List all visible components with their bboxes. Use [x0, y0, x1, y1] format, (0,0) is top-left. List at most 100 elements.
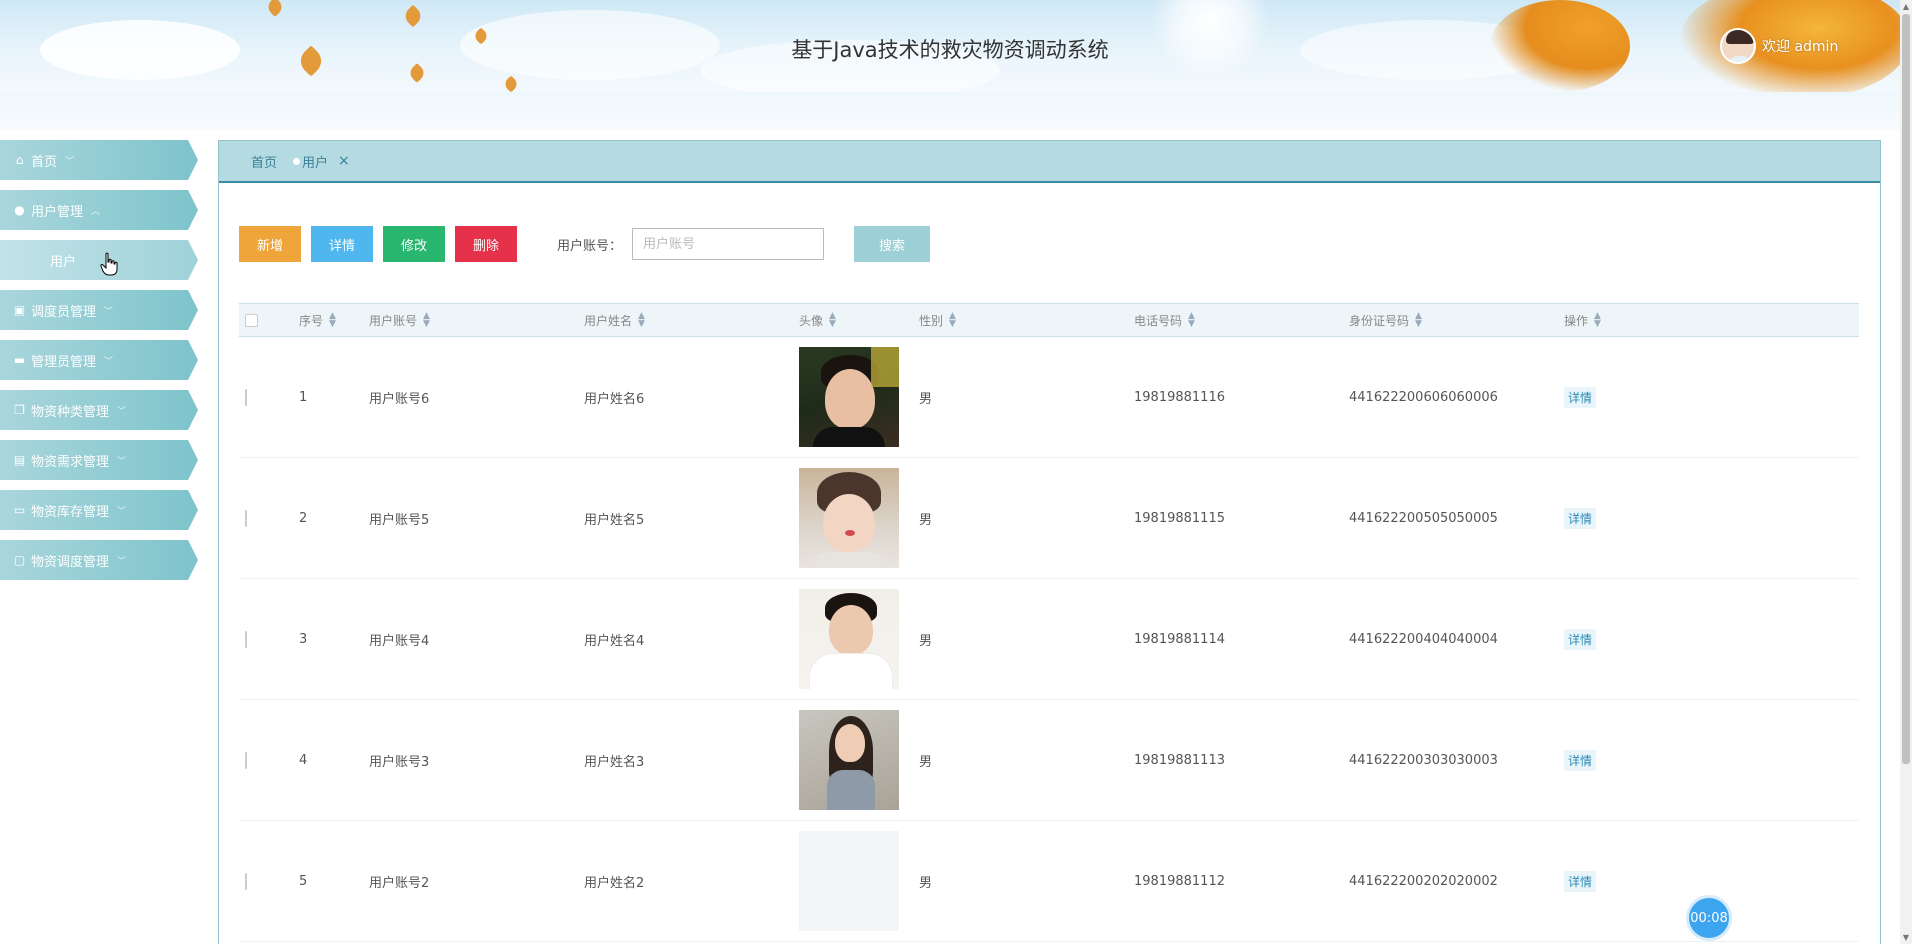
- row-checkbox[interactable]: [245, 630, 247, 648]
- briefcase-icon: ▣: [13, 302, 26, 317]
- column-label: 操作: [1564, 313, 1589, 328]
- search-input[interactable]: [632, 228, 825, 260]
- tab-users[interactable]: 用户 ×: [293, 152, 350, 171]
- table-row[interactable]: 2 用户账号5 用户姓名5 男 19819881115 441622200505…: [239, 458, 1859, 579]
- row-checkbox[interactable]: [245, 872, 247, 890]
- tab-home[interactable]: 首页: [251, 152, 277, 171]
- detail-button[interactable]: 详情: [311, 226, 373, 262]
- leaf-decoration: [265, 0, 285, 17]
- cell-account: 用户账号6: [369, 391, 430, 407]
- cell-id-card: 441622200303030003: [1349, 752, 1498, 768]
- user-avatar-photo[interactable]: [799, 831, 899, 931]
- column-header-phone[interactable]: 电话号码 ▲ ▼: [1134, 312, 1349, 329]
- sidebar-item-label: 管理员管理: [31, 354, 97, 370]
- cell-no: 2: [299, 510, 308, 526]
- tab-label: 用户: [302, 155, 329, 171]
- sidebar-item-material-demand[interactable]: ▤ 物资需求管理 ﹀: [0, 440, 198, 480]
- add-button[interactable]: 新增: [239, 226, 301, 262]
- copy-icon: ❐: [14, 402, 25, 417]
- scroll-down-icon[interactable]: ▼: [1902, 933, 1910, 942]
- sidebar-item-material-category[interactable]: ❐ 物资种类管理 ﹀: [0, 390, 198, 430]
- toolbar: 新增 详情 修改 删除 用户账号： 搜索: [239, 226, 940, 262]
- leaf-decoration: [407, 63, 427, 83]
- cell-account: 用户账号5: [369, 512, 430, 528]
- cell-name: 用户姓名5: [584, 512, 645, 528]
- user-avatar-photo[interactable]: [799, 710, 899, 810]
- table-row[interactable]: 3 用户账号4 用户姓名4 男 19819881114 441622200404…: [239, 579, 1859, 700]
- row-detail-link[interactable]: 详情: [1564, 507, 1597, 529]
- cell-account: 用户账号3: [369, 754, 430, 770]
- row-detail-link[interactable]: 详情: [1564, 628, 1597, 650]
- row-checkbox[interactable]: [245, 509, 247, 527]
- sort-icon: ▲ ▼: [638, 311, 645, 329]
- row-detail-link[interactable]: 详情: [1564, 749, 1597, 771]
- timer-badge[interactable]: 00:08: [1686, 895, 1732, 941]
- scrollbar-thumb[interactable]: [1902, 14, 1910, 764]
- search-label: 用户账号：: [557, 238, 623, 254]
- column-header-gender[interactable]: 性别 ▲ ▼: [919, 312, 1134, 329]
- cell-phone: 19819881114: [1134, 631, 1225, 647]
- page-title: 基于Java技术的救灾物资调动系统: [791, 38, 1109, 62]
- sidebar-item-users[interactable]: 用户: [0, 240, 198, 280]
- cell-name: 用户姓名4: [584, 633, 645, 649]
- main-panel: 首页 用户 × 新增 详情 修改 删除 用户账号： 搜索 序号 ▲▼ 用户账号 ▲▼…: [218, 140, 1881, 944]
- sort-icon: ▲ ▼: [423, 311, 430, 329]
- row-detail-link[interactable]: 详情: [1564, 386, 1597, 408]
- user-menu[interactable]: 欢迎 admin: [1720, 28, 1838, 64]
- sidebar-item-label: 用户管理: [31, 204, 84, 220]
- column-header-action[interactable]: 操作 ▲ ▼: [1564, 312, 1764, 329]
- badge-icon: ▢: [13, 552, 26, 567]
- leaf-decoration: [401, 4, 425, 28]
- column-header-no[interactable]: 序号 ▲ ▼: [299, 312, 369, 329]
- sidebar-item-label: 物资需求管理: [31, 454, 110, 470]
- sidebar-item-user-management[interactable]: ● 用户管理 ︿: [0, 190, 198, 230]
- sort-icon: ▲ ▼: [949, 311, 956, 329]
- column-label: 身份证号码: [1349, 313, 1410, 328]
- sidebar-item-dispatcher-management[interactable]: ▣ 调度员管理 ﹀: [0, 290, 198, 330]
- chevron-down-icon: ﹀: [104, 306, 114, 317]
- row-checkbox[interactable]: [245, 751, 247, 769]
- chevron-down-icon: ﹀: [117, 556, 127, 567]
- sidebar-item-admin-management[interactable]: ▬ 管理员管理 ﹀: [0, 340, 198, 380]
- sidebar-item-material-dispatch[interactable]: ▢ 物资调度管理 ﹀: [0, 540, 198, 580]
- close-icon[interactable]: ×: [338, 153, 350, 169]
- search-button[interactable]: 搜索: [854, 226, 931, 262]
- sidebar-item-label: 物资库存管理: [31, 504, 110, 520]
- edit-button[interactable]: 修改: [383, 226, 445, 262]
- user-icon: ●: [14, 202, 25, 217]
- row-checkbox[interactable]: [245, 388, 247, 406]
- sort-icon: ▲ ▼: [829, 311, 836, 329]
- column-header-name[interactable]: 用户姓名 ▲ ▼: [584, 312, 799, 329]
- column-header-avatar[interactable]: 头像 ▲ ▼: [799, 312, 919, 329]
- header-subbar: [0, 92, 1900, 130]
- cell-no: 4: [299, 752, 308, 768]
- scroll-up-icon[interactable]: ▲: [1902, 2, 1910, 11]
- column-header-id-card[interactable]: 身份证号码 ▲ ▼: [1349, 312, 1564, 329]
- select-all-checkbox[interactable]: [245, 313, 258, 327]
- column-label: 头像: [799, 313, 824, 328]
- header-banner: 基于Java技术的救灾物资调动系统 欢迎 admin: [0, 0, 1900, 92]
- scrollbar[interactable]: ▲ ▼: [1900, 0, 1912, 944]
- chevron-down-icon: ﹀: [104, 356, 114, 367]
- table-header: 序号 ▲ ▼ 用户账号 ▲ ▼ 用户姓名 ▲ ▼ 头像 ▲ ▼ 性别 ▲ ▼ 电话号码 ▲ ▼ 身份证号…: [239, 303, 1859, 337]
- cell-no: 5: [299, 873, 308, 889]
- user-avatar-photo[interactable]: [799, 589, 899, 689]
- select-all-cell: [239, 313, 299, 327]
- cell-id-card: 441622200404040004: [1349, 631, 1498, 647]
- column-header-account[interactable]: 用户账号 ▲ ▼: [369, 312, 584, 329]
- table-row[interactable]: 4 用户账号3 用户姓名3 男 19819881113 441622200303…: [239, 700, 1859, 821]
- sidebar: ⌂ 首页 ﹀ ● 用户管理 ︿ 用户 ▣ 调度员管理 ﹀ ▬ 管理员管理 ﹀ ❐…: [0, 140, 200, 590]
- user-avatar-photo[interactable]: [799, 347, 899, 447]
- cell-name: 用户姓名3: [584, 754, 645, 770]
- sidebar-item-label: 用户: [50, 254, 77, 270]
- sidebar-item-material-inventory[interactable]: ▭ 物资库存管理 ﹀: [0, 490, 198, 530]
- delete-button[interactable]: 删除: [455, 226, 517, 262]
- cell-no: 1: [299, 389, 308, 405]
- table-row[interactable]: 1 用户账号6 用户姓名6 男 19819881116 441622200606…: [239, 337, 1859, 458]
- sidebar-item-home[interactable]: ⌂ 首页 ﹀: [0, 140, 198, 180]
- user-avatar-photo[interactable]: [799, 468, 899, 568]
- chevron-down-icon: ﹀: [117, 456, 127, 467]
- table-row[interactable]: 5 用户账号2 用户姓名2 男 19819881112 441622200202…: [239, 821, 1859, 942]
- row-detail-link[interactable]: 详情: [1564, 870, 1597, 892]
- sidebar-item-label: 首页: [31, 154, 58, 170]
